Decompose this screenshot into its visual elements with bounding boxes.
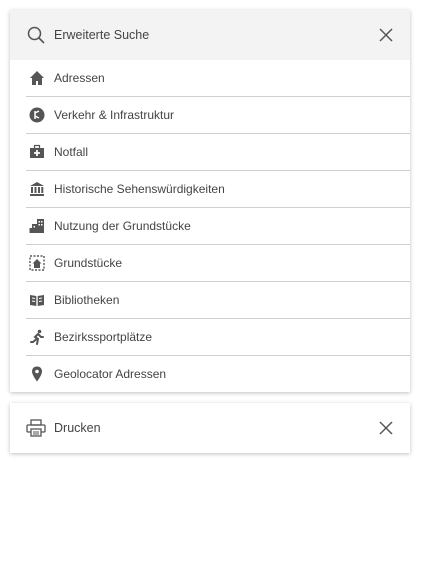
search-title: Erweiterte Suche xyxy=(54,28,150,42)
close-icon xyxy=(379,421,393,435)
menu-item-label: Grundstücke xyxy=(54,256,123,270)
menu-item-grundstuecke[interactable]: Grundstücke xyxy=(26,245,410,282)
print-panel: Drucken xyxy=(10,403,410,453)
runner-icon xyxy=(28,328,46,346)
menu-item-label: Bezirkssportplätze xyxy=(54,330,153,344)
print-title: Drucken xyxy=(54,421,101,435)
menu-item-historische-sehenswuerdigkeiten[interactable]: Historische Sehenswürdigkeiten xyxy=(26,171,410,208)
search-icon xyxy=(26,25,46,45)
menu-item-verkehr[interactable]: Verkehr & Infrastruktur xyxy=(26,97,410,134)
close-search-button[interactable] xyxy=(376,25,396,45)
menu-item-adressen[interactable]: Adressen xyxy=(26,60,410,97)
search-category-list: Adressen Verkehr & Infrastruktur Notfall xyxy=(10,60,410,392)
location-pin-icon xyxy=(28,365,46,383)
close-print-button[interactable] xyxy=(376,418,396,438)
printer-icon xyxy=(26,418,46,438)
menu-item-label: Notfall xyxy=(54,145,89,159)
menu-item-notfall[interactable]: Notfall xyxy=(26,134,410,171)
menu-item-label: Bibliotheken xyxy=(54,293,120,307)
home-icon xyxy=(28,69,46,87)
search-header: Erweiterte Suche xyxy=(10,10,410,60)
menu-item-label: Historische Sehenswürdigkeiten xyxy=(54,182,225,196)
monument-icon xyxy=(28,180,46,198)
advanced-search-panel: Erweiterte Suche Adressen Verkehr & Infr… xyxy=(10,10,410,392)
first-aid-icon xyxy=(28,143,46,161)
menu-item-label: Nutzung der Grundstücke xyxy=(54,219,191,233)
menu-item-bezirkssportplaetze[interactable]: Bezirkssportplätze xyxy=(26,319,410,356)
close-icon xyxy=(379,28,393,42)
menu-item-label: Adressen xyxy=(54,71,105,85)
menu-item-label: Verkehr & Infrastruktur xyxy=(54,108,175,122)
menu-item-bibliotheken[interactable]: Bibliotheken xyxy=(26,282,410,319)
property-icon xyxy=(28,254,46,272)
menu-item-nutzung-grundstuecke[interactable]: Nutzung der Grundstücke xyxy=(26,208,410,245)
city-icon xyxy=(28,217,46,235)
traffic-icon xyxy=(28,106,46,124)
menu-item-geolocator-adressen[interactable]: Geolocator Adressen xyxy=(26,356,410,392)
menu-item-label: Geolocator Adressen xyxy=(54,367,167,381)
book-icon xyxy=(28,291,46,309)
